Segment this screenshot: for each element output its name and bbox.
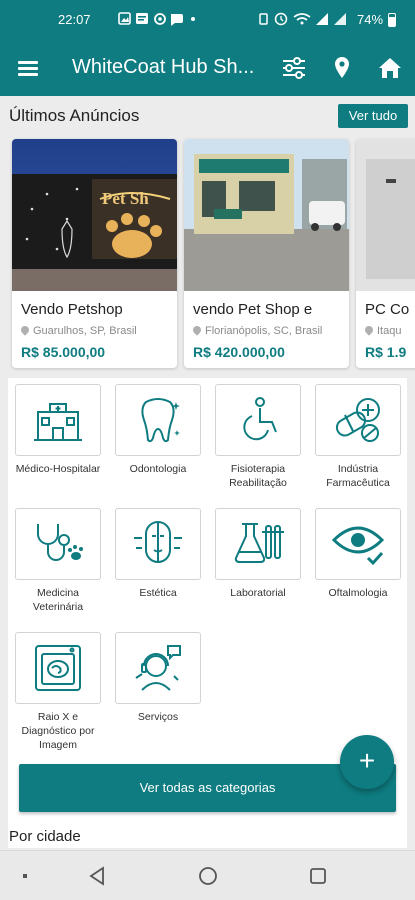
pills-icon (335, 398, 380, 442)
ad-location-text: Itaqu (377, 325, 402, 337)
category-icon-box (315, 384, 401, 456)
by-city-title: Por cidade (9, 828, 81, 845)
system-icons (258, 11, 354, 30)
ad-title: PC Co (365, 301, 410, 318)
category-label: Fisioterapia Reabilitação (229, 463, 287, 489)
category-medico-hospitalar[interactable]: Médico-Hospitalar (15, 384, 101, 476)
category-label: Raio X e Diagnóstico por Imagem (21, 711, 95, 751)
category-icon-box (15, 632, 101, 704)
category-icon-box (15, 384, 101, 456)
category-industria-farmaceutica[interactable]: Indústria Farmacêutica (315, 384, 401, 490)
ad-price: R$ 420.000,00 (193, 344, 285, 360)
eye-check-icon (331, 526, 385, 566)
ad-photo (356, 139, 415, 291)
notification-icons (118, 11, 208, 30)
location-pin-icon[interactable] (328, 54, 356, 82)
location-pin-icon (19, 324, 31, 336)
category-fisioterapia[interactable]: Fisioterapia Reabilitação (215, 384, 301, 490)
ad-location: Itaqu (363, 324, 402, 337)
system-icon-row (259, 12, 346, 26)
notification-icon-row (118, 12, 195, 26)
category-label: Medicina Veterinária (32, 587, 84, 613)
category-icon-box (115, 508, 201, 580)
location-pin-icon (191, 324, 203, 336)
category-oftalmologia[interactable]: Oftalmologia (315, 508, 401, 600)
app-bar: WhiteCoat Hub Sh... (0, 40, 415, 96)
category-label: Indústria Farmacêutica (326, 463, 390, 489)
overview-icon[interactable] (306, 864, 330, 888)
category-laboratorial[interactable]: Laboratorial (215, 508, 301, 600)
category-label: Médico-Hospitalar (15, 463, 101, 475)
svg-text:Pet Sh: Pet Sh (102, 189, 149, 208)
ad-title: vendo Pet Shop e (193, 301, 313, 318)
category-label: Estética (139, 587, 177, 599)
ad-photo (184, 139, 349, 291)
app-title: WhiteCoat Hub Sh... (72, 56, 255, 78)
hospital-icon (34, 403, 82, 441)
system-navigation-bar (0, 850, 415, 900)
category-icon-box (215, 508, 301, 580)
ad-price: R$ 1.9 (365, 344, 407, 360)
main-content[interactable]: Últimos Anúncios Ver tudo Pet Sh Vendo P… (0, 96, 415, 850)
lab-flask-icon (234, 523, 284, 563)
xray-icon (35, 645, 81, 691)
filter-icon[interactable] (280, 54, 308, 82)
category-label: Odontologia (129, 463, 187, 475)
battery-icon (388, 13, 396, 27)
menu-icon[interactable] (14, 54, 42, 82)
category-icon-box (315, 508, 401, 580)
ad-location: Guarulhos, SP, Brasil (19, 324, 137, 337)
ad-location: Florianópolis, SC, Brasil (191, 324, 323, 337)
ad-photo: Pet Sh (12, 139, 177, 291)
recent-dot-icon[interactable] (14, 864, 38, 888)
ad-price: R$ 85.000,00 (21, 344, 106, 360)
status-time: 22:07 (58, 12, 91, 27)
tooth-icon (141, 398, 180, 443)
all-categories-button[interactable]: Ver todas as categorias (19, 764, 396, 812)
stethoscope-paw-icon (37, 524, 83, 561)
category-icon-box (15, 508, 101, 580)
category-icon-box (115, 384, 201, 456)
latest-ads-title: Últimos Anúncios (9, 106, 140, 125)
location-pin-icon (363, 324, 375, 336)
ad-card[interactable]: vendo Pet Shop e Florianópolis, SC, Bras… (184, 139, 349, 368)
category-icon-box (115, 632, 201, 704)
ad-title: Vendo Petshop (21, 301, 123, 318)
battery-percent: 74% (357, 12, 384, 27)
category-odontologia[interactable]: Odontologia (115, 384, 201, 476)
category-servicos[interactable]: Serviços (115, 632, 201, 724)
category-estetica[interactable]: Estética (115, 508, 201, 600)
ad-card[interactable]: Pet Sh Vendo Petshop Guarulhos, SP, Bras… (12, 139, 177, 368)
status-bar: 22:07 74% (0, 0, 415, 40)
category-medicina-veterinaria[interactable]: Medicina Veterinária (15, 508, 101, 614)
home-circle-icon[interactable] (196, 864, 220, 888)
category-raio-x[interactable]: Raio X e Diagnóstico por Imagem (15, 632, 101, 752)
home-icon[interactable] (376, 54, 404, 82)
category-icon-box (215, 384, 301, 456)
support-agent-icon (135, 645, 181, 691)
wheelchair-icon (243, 397, 277, 441)
add-ad-button[interactable]: + (340, 735, 394, 789)
ad-card[interactable]: PC Co Itaqu R$ 1.9 (356, 139, 415, 368)
ad-location-text: Florianópolis, SC, Brasil (205, 325, 323, 337)
ad-location-text: Guarulhos, SP, Brasil (33, 325, 137, 337)
back-icon[interactable] (86, 864, 110, 888)
category-label: Oftalmologia (328, 587, 388, 599)
category-label: Laboratorial (230, 587, 286, 599)
see-all-button[interactable]: Ver tudo (338, 104, 408, 128)
category-label: Serviços (137, 711, 179, 723)
face-aesthetics-icon (134, 521, 182, 563)
